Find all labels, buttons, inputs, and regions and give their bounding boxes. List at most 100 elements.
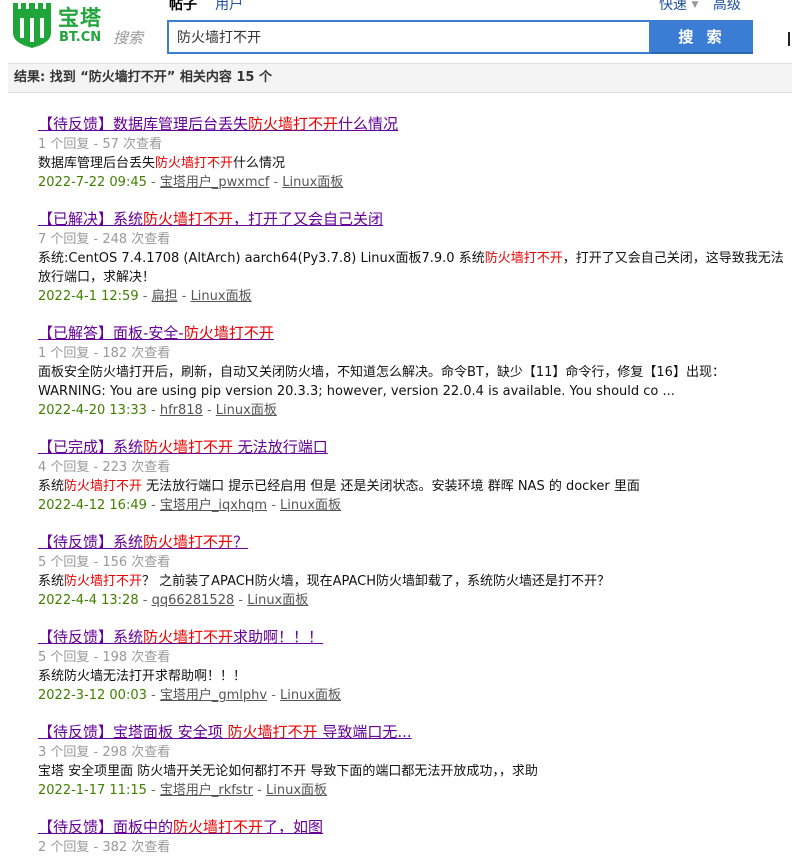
chevron-down-icon: ▼: [691, 0, 699, 10]
result-item: 【已完成】系统防火墙打不开 无法放行端口 4 个回复 - 223 次查看 系统防火墙…: [38, 437, 788, 515]
result-forum-link[interactable]: Linux面板: [191, 289, 252, 304]
result-summary-text: 系统:CentOS 7.4.1708 (AltArch) aarch64(Py3…: [38, 249, 788, 287]
result-item: 【待反馈】系统防火墙打不开求助啊！！！ 5 个回复 - 198 次查看系统防火墙无…: [38, 627, 788, 705]
title-text: 【待反馈】系统: [38, 628, 144, 646]
result-summary: 结果: 找到 “防火墙打不开” 相关内容 15 个: [8, 63, 792, 93]
keyword-highlight: 防火墙打不开: [183, 324, 274, 342]
result-author-link[interactable]: 宝塔用户_gmlphv: [160, 688, 267, 703]
quick-dropdown[interactable]: 快速: [659, 0, 687, 13]
search-button[interactable]: 搜 索: [651, 20, 753, 54]
logo-domain: BT.CN: [59, 30, 102, 45]
result-item: 【待反馈】面板中的防火墙打不开了，如图 2 个回复 - 382 次查看: [38, 817, 788, 857]
keyword-highlight: 防火墙打不开: [143, 628, 234, 646]
advanced-link[interactable]: 高级: [713, 0, 741, 13]
result-stats: 4 个回复 - 223 次查看: [38, 460, 171, 475]
result-forum-link[interactable]: Linux面板: [280, 498, 341, 513]
summary-text: 系统: [38, 574, 65, 589]
tab-posts[interactable]: 帖子: [169, 0, 197, 13]
result-title-link[interactable]: 【已解答】面板-安全-防火墙打不开: [38, 323, 788, 344]
summary-text: 无法放行端口 提示已经启用 但是 还是关闭状态。安装环境 群晖 NAS 的 do…: [142, 479, 640, 494]
result-date: 2022-1-17 11:15: [38, 783, 147, 798]
summary-text: 什么情况: [233, 156, 286, 171]
result-stats: 3 个回复 - 298 次查看: [38, 745, 171, 760]
page-edge-mark: [788, 32, 790, 46]
result-stats: 5 个回复 - 156 次查看: [38, 555, 171, 570]
result-summary-text: 系统防火墙无法打开求帮助啊！！！: [38, 667, 788, 686]
result-author-link[interactable]: hfr818: [160, 403, 203, 418]
title-text: ？: [233, 533, 249, 551]
result-forum-link[interactable]: Linux面板: [282, 175, 343, 190]
result-title-link[interactable]: 【待反馈】面板中的防火墙打不开了，如图: [38, 817, 788, 838]
results-list: 【待反馈】数据库管理后台丢失防火墙打不开什么情况 1 个回复 - 57 次查看 数据…: [38, 114, 788, 868]
title-text: 求助啊！！！: [233, 628, 324, 646]
summary-text: 数据库管理后台丢失: [38, 156, 156, 171]
result-meta: 2022-4-1 12:59 - 扁担 - Linux面板: [38, 289, 252, 304]
result-title-link[interactable]: 【已完成】系统防火墙打不开 无法放行端口: [38, 437, 788, 458]
title-text: 了，如图: [263, 818, 324, 836]
keyword-highlight: 防火墙打不开: [143, 533, 234, 551]
result-meta: 2022-3-12 00:03 - 宝塔用户_gmlphv - Linux面板: [38, 688, 342, 703]
result-meta: 2022-7-22 09:45 - 宝塔用户_pwxmcf - Linux面板: [38, 175, 344, 190]
result-meta: 2022-4-12 16:49 - 宝塔用户_iqxhqm - Linux面板: [38, 498, 342, 513]
result-forum-link[interactable]: Linux面板: [216, 403, 277, 418]
pagoda-logo-icon: [13, 3, 51, 48]
title-text: ，打开了又会自己关闭: [233, 210, 384, 228]
search-tabs: 帖子 用户: [169, 0, 257, 14]
keyword-highlight: 防火墙打不开: [484, 251, 563, 266]
result-title-link[interactable]: 【待反馈】系统防火墙打不开求助啊！！！: [38, 627, 788, 648]
summary-text: 宝塔 安全项里面 防火墙开关无论如何都打不开 导致下面的端口都无法开放成功，，求…: [38, 764, 538, 779]
search-box: [167, 20, 651, 54]
result-author-link[interactable]: qq66281528: [152, 593, 235, 608]
keyword-highlight: 防火墙打不开: [64, 479, 143, 494]
title-text: 【待反馈】数据库管理后台丢失: [38, 115, 249, 133]
title-text: 什么情况: [338, 115, 399, 133]
result-meta: 2022-4-4 13:28 - qq66281528 - Linux面板: [38, 593, 309, 608]
keyword-highlight: 防火墙打不开: [143, 438, 234, 456]
search-input[interactable]: [169, 22, 649, 52]
keyword-highlight: 防火墙打不开: [64, 574, 143, 589]
result-author-link[interactable]: 宝塔用户_rkfstr: [160, 783, 253, 798]
bt-logo[interactable]: 宝塔 BT.CN: [8, 0, 108, 54]
result-summary-text: 面板安全防火墙打开后，刷新，自动又关闭防火墙，不知道怎么解决。命令BT，缺少【1…: [38, 363, 788, 401]
result-summary-text: 数据库管理后台丢失防火墙打不开什么情况: [38, 154, 788, 173]
result-title-link[interactable]: 【待反馈】数据库管理后台丢失防火墙打不开什么情况: [38, 114, 788, 135]
result-stats: 7 个回复 - 248 次查看: [38, 232, 171, 247]
result-forum-link[interactable]: Linux面板: [280, 688, 341, 703]
summary-text: 面板安全防火墙打开后，刷新，自动又关闭防火墙，不知道怎么解决。命令BT，缺少【1…: [38, 365, 725, 399]
result-meta: 2022-1-17 11:15 - 宝塔用户_rkfstr - Linux面板: [38, 783, 328, 798]
result-date: 2022-4-20 13:33: [38, 403, 147, 418]
result-item: 【待反馈】系统防火墙打不开？ 5 个回复 - 156 次查看 系统防火墙打不开？ 之…: [38, 532, 788, 610]
result-item: 【已解决】系统防火墙打不开，打开了又会自己关闭 7 个回复 - 248 次查看 系统…: [38, 209, 788, 306]
summary-text: 系统:CentOS 7.4.1708 (AltArch) aarch64(Py3…: [38, 251, 485, 266]
result-date: 2022-4-1 12:59: [38, 289, 139, 304]
result-stats: 5 个回复 - 198 次查看: [38, 650, 171, 665]
result-summary-text: 系统防火墙打不开？ 之前装了APACH防火墙，现在APACH防火墙卸载了，系统防…: [38, 572, 788, 591]
result-forum-link[interactable]: Linux面板: [266, 783, 327, 798]
result-title-link[interactable]: 【已解决】系统防火墙打不开，打开了又会自己关闭: [38, 209, 788, 230]
result-item: 【待反馈】宝塔面板 安全项 防火墙打不开 导致端口无... 3 个回复 - 298…: [38, 722, 788, 800]
keyword-highlight: 防火墙打不开: [143, 210, 234, 228]
result-title-link[interactable]: 【待反馈】系统防火墙打不开？: [38, 532, 788, 553]
title-text: 【已解决】系统: [38, 210, 144, 228]
header: 宝塔 BT.CN 搜索 帖子 用户 快速 ▼ 高级 搜 索: [0, 0, 792, 62]
result-title-link[interactable]: 【待反馈】宝塔面板 安全项 防火墙打不开 导致端口无...: [38, 722, 788, 743]
title-text: 无法放行端口: [233, 438, 328, 456]
logo-name: 宝塔: [58, 6, 102, 30]
tab-users[interactable]: 用户: [215, 0, 243, 13]
result-date: 2022-4-4 13:28: [38, 593, 139, 608]
result-date: 2022-7-22 09:45: [38, 175, 147, 190]
title-text: 导致端口无...: [317, 723, 412, 741]
result-author-link[interactable]: 宝塔用户_pwxmcf: [160, 175, 269, 190]
result-author-link[interactable]: 宝塔用户_iqxhqm: [160, 498, 267, 513]
result-summary-text: 宝塔 安全项里面 防火墙开关无论如何都打不开 导致下面的端口都无法开放成功，，求…: [38, 762, 788, 781]
result-forum-link[interactable]: Linux面板: [247, 593, 308, 608]
quick-links: 快速 ▼ 高级: [659, 0, 741, 14]
result-author-link[interactable]: 扁担: [152, 289, 178, 304]
title-text: 【已完成】系统: [38, 438, 144, 456]
summary-text: ？ 之前装了APACH防火墙，现在APACH防火墙卸载了，系统防火墙还是打不开？: [142, 574, 610, 589]
search-label: 搜索: [113, 29, 144, 47]
result-meta: 2022-4-20 13:33 - hfr818 - Linux面板: [38, 403, 277, 418]
result-item: 【待反馈】数据库管理后台丢失防火墙打不开什么情况 1 个回复 - 57 次查看 数据…: [38, 114, 788, 192]
result-item: 【已解答】面板-安全-防火墙打不开 1 个回复 - 182 次查看 面板安全防火墙打…: [38, 323, 788, 420]
result-date: 2022-3-12 00:03: [38, 688, 147, 703]
